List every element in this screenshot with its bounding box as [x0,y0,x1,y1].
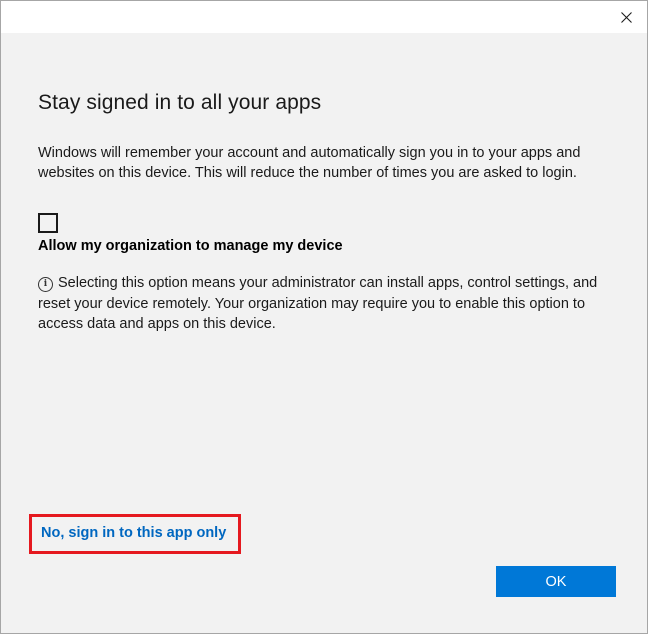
sign-in-this-app-only-link[interactable]: No, sign in to this app only [41,525,226,541]
manage-device-label[interactable]: Allow my organization to manage my devic… [38,238,343,254]
close-icon [620,11,632,23]
title-bar [1,1,647,33]
info-paragraph: i Selecting this option means your admini… [38,273,628,335]
dialog-description: Windows will remember your account and a… [38,145,581,181]
info-circle-icon: i [38,277,53,292]
info-text: Selecting this option means your adminis… [38,275,598,332]
close-button[interactable] [611,5,641,29]
highlight-box: No, sign in to this app only [29,514,241,554]
dialog-window: Stay signed in to all your apps Windows … [0,0,648,634]
dialog-heading: Stay signed in to all your apps [38,91,322,114]
ok-button[interactable]: OK [496,566,616,597]
manage-device-checkbox[interactable] [38,213,58,233]
